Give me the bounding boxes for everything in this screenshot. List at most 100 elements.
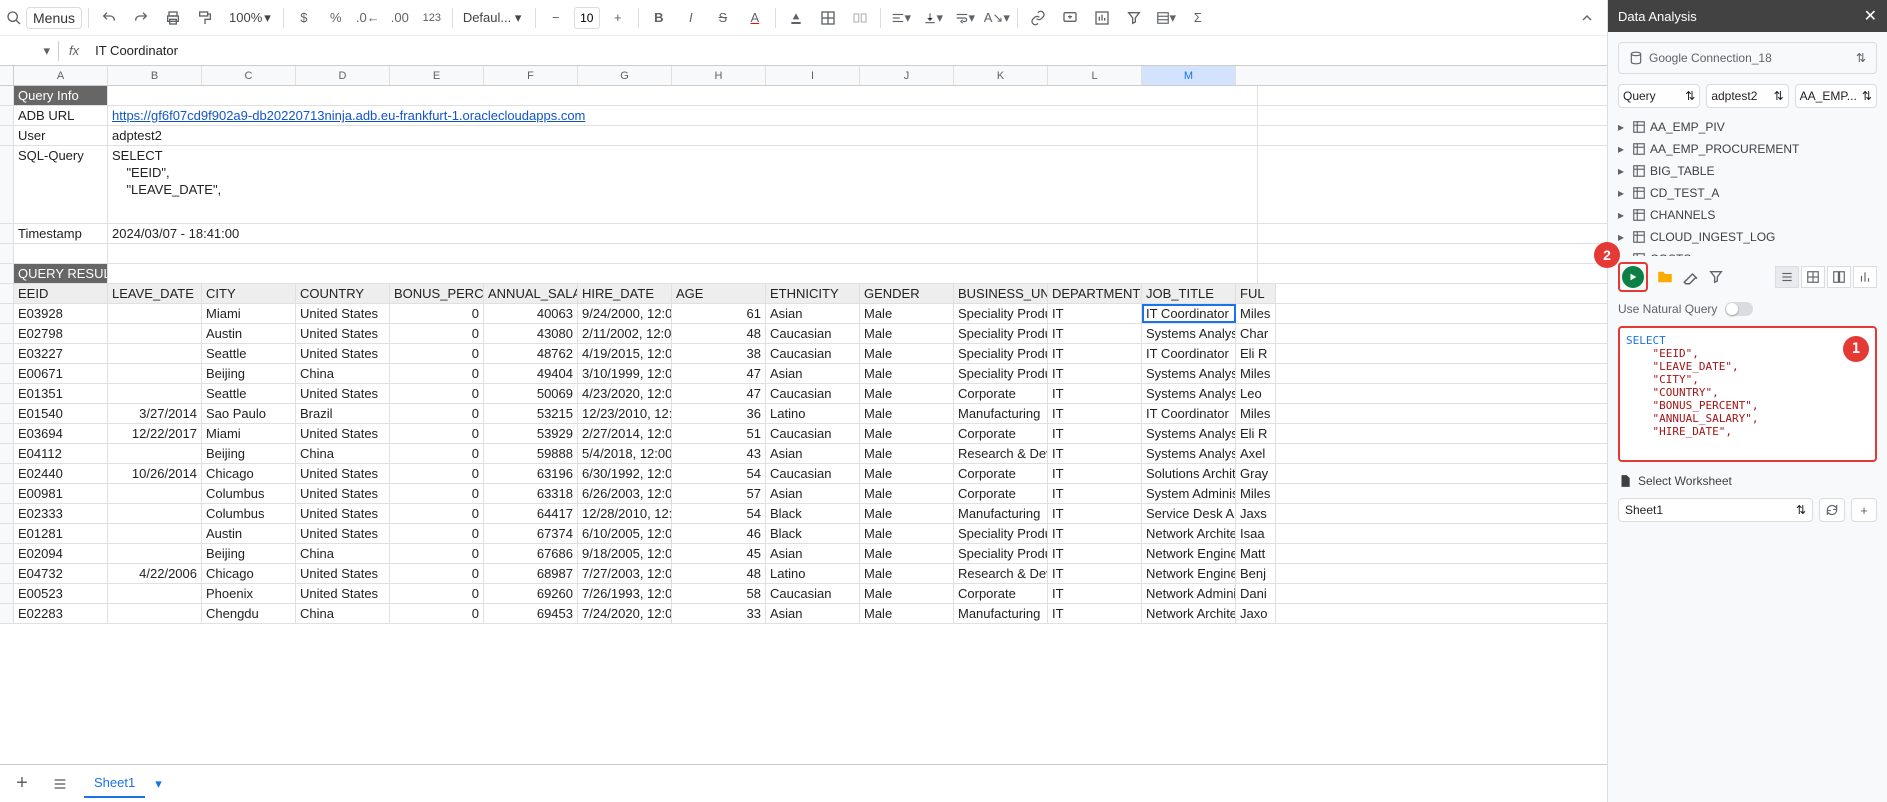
cell[interactable]: Male — [860, 324, 954, 343]
cell[interactable]: Male — [860, 504, 954, 523]
cell[interactable]: Caucasian — [766, 424, 860, 443]
cell[interactable]: Corporate — [954, 384, 1048, 403]
cell[interactable]: Corporate — [954, 424, 1048, 443]
cell[interactable]: 0 — [390, 324, 484, 343]
cell[interactable]: Asian — [766, 304, 860, 323]
cell[interactable]: E02333 — [14, 504, 108, 523]
cell[interactable]: Manufacturing — [954, 504, 1048, 523]
fill-color-icon[interactable] — [782, 4, 810, 32]
cell[interactable]: 2024/03/07 - 18:41:00 — [108, 224, 1258, 243]
cell[interactable]: Phoenix — [202, 584, 296, 603]
search-icon[interactable] — [6, 10, 22, 26]
sheet-tab[interactable]: Sheet1 — [84, 769, 145, 798]
close-icon[interactable]: ✕ — [1864, 6, 1877, 26]
cell[interactable]: System Administ — [1142, 484, 1236, 503]
cell[interactable]: Beijing — [202, 544, 296, 563]
cell[interactable]: E01281 — [14, 524, 108, 543]
redo-icon[interactable] — [127, 4, 155, 32]
cell[interactable]: 57 — [672, 484, 766, 503]
cell[interactable]: Chicago — [202, 464, 296, 483]
cell[interactable]: Benj — [1236, 564, 1276, 583]
cell[interactable]: Speciality Produ — [954, 544, 1048, 563]
cell[interactable]: 2/11/2002, 12:00 — [578, 324, 672, 343]
cell[interactable]: Asian — [766, 604, 860, 623]
cell[interactable]: AGE — [672, 284, 766, 303]
cell[interactable]: 0 — [390, 484, 484, 503]
view-table-icon[interactable] — [1801, 266, 1825, 288]
table-row[interactable]: E02094BeijingChina0676869/18/2005, 12:00… — [0, 544, 1607, 564]
cell[interactable]: Systems Analyst — [1142, 364, 1236, 383]
cell[interactable]: Austin — [202, 524, 296, 543]
cell[interactable]: 0 — [390, 584, 484, 603]
cell[interactable]: 58 — [672, 584, 766, 603]
cell[interactable]: 67374 — [484, 524, 578, 543]
cell[interactable] — [108, 524, 202, 543]
cell[interactable]: United States — [296, 484, 390, 503]
cell[interactable]: United States — [296, 384, 390, 403]
cell[interactable]: E02440 — [14, 464, 108, 483]
cell[interactable]: Speciality Produ — [954, 524, 1048, 543]
cell[interactable]: E00981 — [14, 484, 108, 503]
cell[interactable]: Jaxo — [1236, 604, 1276, 623]
rotate-text-icon[interactable]: A↘▾ — [983, 4, 1011, 32]
cell[interactable]: Gray — [1236, 464, 1276, 483]
cell[interactable]: E04732 — [14, 564, 108, 583]
cell[interactable]: E01351 — [14, 384, 108, 403]
cell[interactable]: 3/27/2014 — [108, 404, 202, 423]
sql-editor[interactable]: 1 SELECT "EEID", "LEAVE_DATE", "CITY", "… — [1618, 326, 1877, 462]
cell[interactable]: Caucasian — [766, 324, 860, 343]
cell[interactable]: Timestamp — [14, 224, 108, 243]
cell[interactable]: United States — [296, 564, 390, 583]
cell[interactable]: Black — [766, 504, 860, 523]
cell[interactable]: Chengdu — [202, 604, 296, 623]
cell[interactable]: Brazil — [296, 404, 390, 423]
cell[interactable]: 0 — [390, 504, 484, 523]
font-size-increase-icon[interactable]: + — [604, 4, 632, 32]
zoom-select[interactable]: 100% ▾ — [223, 10, 277, 26]
cell[interactable]: Beijing — [202, 364, 296, 383]
cell[interactable] — [108, 244, 1258, 263]
cell[interactable]: 0 — [390, 564, 484, 583]
table-row[interactable]: E03928MiamiUnited States0400639/24/2000,… — [0, 304, 1607, 324]
cell[interactable]: E02798 — [14, 324, 108, 343]
cell[interactable]: IT — [1048, 484, 1142, 503]
cell[interactable]: 0 — [390, 304, 484, 323]
cell[interactable]: Network Enginee — [1142, 564, 1236, 583]
cell[interactable]: Caucasian — [766, 384, 860, 403]
cell[interactable]: 5/4/2018, 12:00: — [578, 444, 672, 463]
cell[interactable]: Network Architec — [1142, 604, 1236, 623]
eraser-icon[interactable] — [1682, 268, 1700, 286]
undo-icon[interactable] — [95, 4, 123, 32]
cell[interactable]: Eli R — [1236, 424, 1276, 443]
cell[interactable]: 68987 — [484, 564, 578, 583]
cell[interactable]: 43080 — [484, 324, 578, 343]
table-tree[interactable]: ▸AA_EMP_PIV▸AA_EMP_PROCUREMENT▸BIG_TABLE… — [1608, 116, 1887, 256]
cell[interactable]: Latino — [766, 404, 860, 423]
cell[interactable]: 7/24/2020, 12:00 — [578, 604, 672, 623]
refresh-icon[interactable] — [1819, 498, 1845, 522]
cell[interactable]: 0 — [390, 344, 484, 363]
table-row[interactable]: E015403/27/2014Sao PauloBrazil05321512/2… — [0, 404, 1607, 424]
font-size-input[interactable] — [574, 7, 600, 29]
cell[interactable]: Miami — [202, 304, 296, 323]
cell[interactable]: 9/18/2005, 12:00 — [578, 544, 672, 563]
filter-icon[interactable] — [1708, 269, 1724, 285]
cell[interactable]: Manufacturing — [954, 604, 1048, 623]
column-header[interactable]: F — [484, 66, 578, 85]
cell[interactable] — [108, 364, 202, 383]
column-header[interactable]: A — [14, 66, 108, 85]
cell[interactable]: 4/23/2020, 12:00 — [578, 384, 672, 403]
cell[interactable]: Latino — [766, 564, 860, 583]
cell[interactable]: IT — [1048, 424, 1142, 443]
cell[interactable] — [108, 344, 202, 363]
cell[interactable]: Corporate — [954, 584, 1048, 603]
cell[interactable]: Speciality Produ — [954, 344, 1048, 363]
cell[interactable]: Male — [860, 344, 954, 363]
cell[interactable]: Male — [860, 584, 954, 603]
cell[interactable]: ADB URL — [14, 106, 108, 125]
cell[interactable]: LEAVE_DATE — [108, 284, 202, 303]
cell[interactable]: FUL — [1236, 284, 1276, 303]
cell[interactable] — [108, 584, 202, 603]
cell[interactable]: 63196 — [484, 464, 578, 483]
cell[interactable]: 48 — [672, 564, 766, 583]
